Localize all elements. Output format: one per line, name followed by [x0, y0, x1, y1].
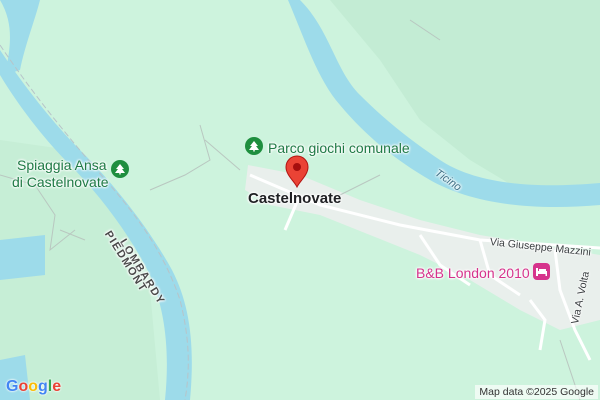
town-label[interactable]: Castelnovate — [248, 190, 341, 207]
tree-icon[interactable] — [245, 137, 263, 155]
tree-icon[interactable] — [111, 160, 129, 178]
google-logo-letter: e — [52, 378, 62, 395]
beach-label-line2[interactable]: di Castelnovate — [12, 174, 109, 190]
google-logo-text: Google — [6, 378, 61, 395]
beach-label-line1[interactable]: Spiaggia Ansa — [17, 157, 107, 173]
google-logo[interactable]: Google — [6, 378, 61, 396]
google-logo-letter: g — [38, 378, 48, 395]
park-label[interactable]: Parco giochi comunale — [268, 140, 410, 156]
google-logo-letter: o — [18, 378, 29, 395]
google-logo-letter: o — [28, 378, 39, 395]
google-logo-letter: G — [6, 378, 19, 395]
hotel-label[interactable]: B&B London 2010 — [416, 265, 530, 281]
bed-icon[interactable] — [533, 263, 550, 280]
map-attribution[interactable]: Map data ©2025 Google — [475, 385, 598, 399]
lake-west — [0, 235, 45, 280]
